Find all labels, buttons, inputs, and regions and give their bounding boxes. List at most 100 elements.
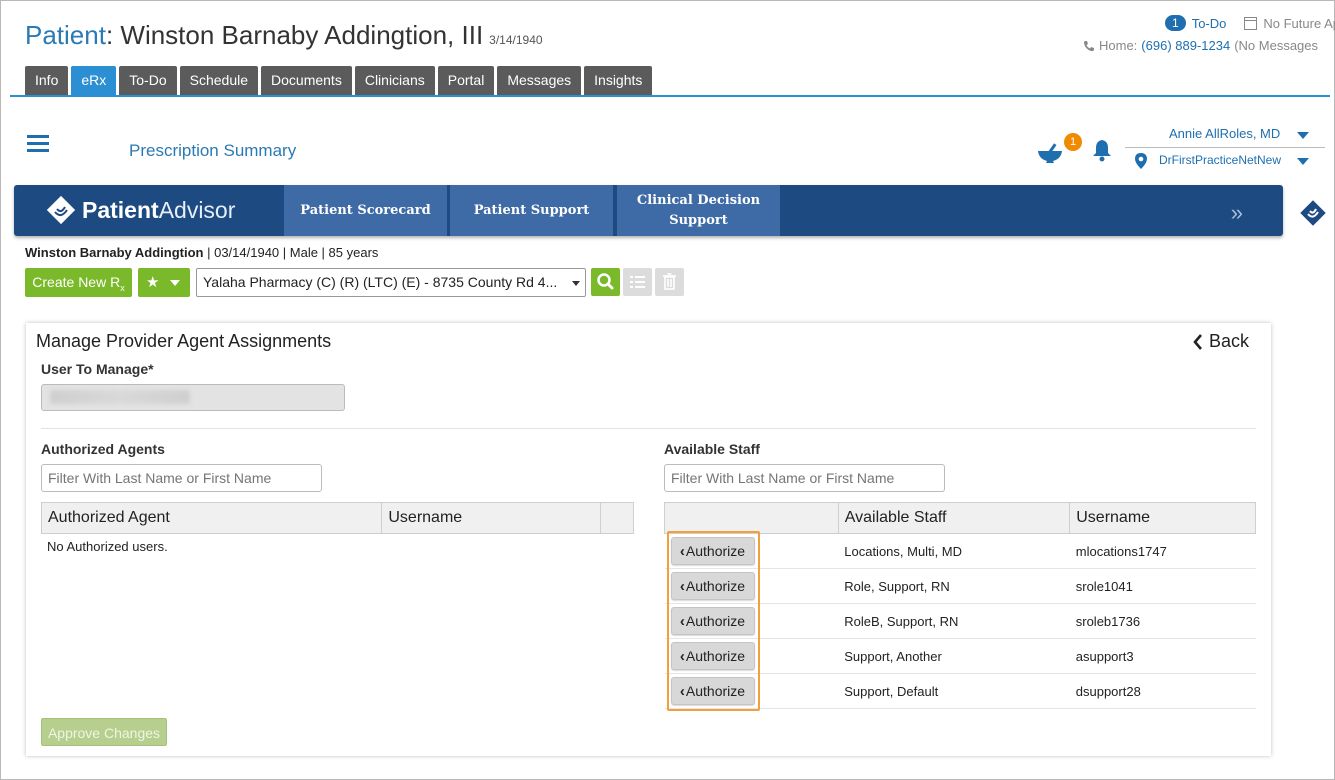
patient-info-details: | 03/14/1940 | Male | 85 years — [203, 245, 379, 260]
back-label: Back — [1208, 331, 1249, 351]
create-new-rx-label: Create New R — [32, 274, 121, 290]
staff-username: srole1041 — [1069, 568, 1256, 604]
card-title: Manage Provider Agent Assignments — [36, 331, 332, 351]
staff-name: RoleB, Support, RN — [838, 603, 1070, 639]
double-chevron-right-icon[interactable]: » — [1231, 200, 1243, 226]
available-staff-title: Available Staff — [664, 441, 760, 457]
staff-name: Role, Support, RN — [838, 568, 1070, 604]
patient-name: : Winston Barnaby Addingtion, III — [105, 20, 484, 50]
tab-schedule[interactable]: Schedule — [179, 66, 259, 95]
calendar-icon — [1244, 16, 1258, 30]
authorized-filter-input[interactable] — [41, 464, 322, 492]
patient-advisor-logo-icon — [46, 195, 76, 225]
table-header-row: Available Staff Username — [664, 502, 1256, 534]
section-divider — [41, 428, 1256, 429]
chevron-down-icon — [1297, 158, 1309, 165]
create-new-rx-sub: x — [120, 282, 125, 293]
patient-header: Patient: Winston Barnaby Addingtion, III… — [25, 20, 543, 51]
pa-tab-patient-support[interactable]: Patient Support — [450, 185, 613, 236]
back-button[interactable]: Back — [1193, 331, 1249, 352]
favorites-button[interactable]: ★ — [138, 268, 190, 297]
tab-messages[interactable]: Messages — [497, 66, 582, 95]
mortar-pestle-icon[interactable] — [1037, 142, 1063, 164]
chevron-down-icon — [170, 280, 180, 286]
pharmacy-delete-button[interactable] — [655, 268, 684, 296]
search-icon — [597, 273, 614, 290]
user-dropdown[interactable]: Annie AllRoles, MD — [1125, 124, 1325, 148]
tab-insights[interactable]: Insights — [584, 66, 653, 95]
phone-label: Home: — [1099, 38, 1138, 53]
staff-username: asupport3 — [1069, 638, 1256, 674]
tab-underline — [10, 95, 1330, 97]
column-username[interactable]: Username — [1069, 502, 1256, 534]
patient-advisor-bar: PatientAdvisor Patient Scorecard Patient… — [14, 185, 1283, 236]
patient-info-line: Winston Barnaby Addingtion | 03/14/1940 … — [25, 245, 378, 260]
column-authorized-agent[interactable]: Authorized Agent — [40, 502, 383, 534]
user-menu: Annie AllRoles, MD DrFirstPracticeNetNew — [1125, 124, 1325, 172]
table-header-row: Authorized Agent Username — [40, 502, 634, 534]
todo-link[interactable]: To-Do — [1192, 16, 1227, 31]
column-extra — [600, 502, 634, 534]
patient-label: Patient — [25, 20, 106, 50]
create-new-rx-button[interactable]: Create New Rx — [25, 268, 132, 297]
trash-icon — [663, 273, 676, 290]
no-users-message: No Authorized users. — [47, 539, 168, 554]
chevron-down-icon — [1297, 132, 1309, 139]
mortar-count-badge: 1 — [1064, 133, 1082, 151]
redacted-user-name — [50, 390, 190, 404]
pa-tab-patient-scorecard[interactable]: Patient Scorecard — [284, 185, 447, 236]
chevron-left-icon — [1193, 333, 1202, 350]
staff-name: Support, Default — [838, 673, 1070, 709]
bell-icon[interactable] — [1091, 138, 1113, 162]
logo-light-text: Advisor — [158, 196, 236, 223]
column-available-staff[interactable]: Available Staff — [837, 502, 1071, 534]
header-top-right: 1 To-Do No Future App Home: (696) 889-12… — [1075, 15, 1335, 60]
star-icon: ★ — [146, 274, 160, 291]
approve-changes-button[interactable]: Approve Changes — [41, 718, 167, 746]
todo-count-badge[interactable]: 1 — [1165, 15, 1186, 31]
patient-tabs: Info eRx To-Do Schedule Documents Clinic… — [25, 66, 653, 95]
tab-portal[interactable]: Portal — [437, 66, 495, 95]
messages-status: (No Messages — [1234, 38, 1319, 53]
todo-row: 1 To-Do No Future App — [1165, 15, 1335, 31]
tab-info[interactable]: Info — [25, 66, 69, 95]
practice-dropdown[interactable]: DrFirstPracticeNetNew — [1125, 148, 1325, 172]
tab-todo[interactable]: To-Do — [119, 66, 177, 95]
authorized-agents-table: Authorized Agent Username — [40, 502, 634, 534]
tab-erx[interactable]: eRx — [71, 66, 117, 95]
column-username[interactable]: Username — [381, 502, 602, 534]
user-to-manage-label: User To Manage* — [41, 361, 154, 377]
patient-advisor-logo: PatientAdvisor — [46, 195, 235, 225]
menu-icon[interactable] — [27, 135, 49, 153]
patient-dob: 3/14/1940 — [489, 33, 543, 47]
pa-tab-clinical-decision-support[interactable]: Clinical Decision Support — [617, 185, 780, 236]
list-icon — [630, 276, 645, 288]
phone-icon — [1083, 40, 1094, 51]
user-to-manage-field[interactable] — [41, 384, 345, 411]
chevron-down-icon — [572, 281, 580, 286]
authorized-agents-title: Authorized Agents — [41, 441, 165, 457]
logo-bold-text: Patient — [82, 196, 159, 223]
pharmacy-select[interactable]: Yalaha Pharmacy (C) (R) (LTC) (E) - 8735… — [196, 268, 586, 297]
page-title: Prescription Summary — [129, 141, 297, 160]
location-pin-icon — [1135, 153, 1147, 169]
manage-agents-card: Manage Provider Agent Assignments Back U… — [26, 323, 1271, 756]
staff-name: Locations, Multi, MD — [838, 533, 1070, 569]
user-name: Annie AllRoles, MD — [1169, 126, 1281, 141]
patient-advisor-side-icon[interactable] — [1298, 198, 1328, 228]
pharmacy-list-button[interactable] — [623, 268, 652, 296]
patient-info-name: Winston Barnaby Addingtion — [25, 245, 204, 260]
practice-name: DrFirstPracticeNetNew — [1159, 153, 1282, 167]
available-filter-input[interactable] — [664, 464, 945, 492]
staff-name: Support, Another — [838, 638, 1070, 674]
pharmacy-selected: Yalaha Pharmacy (C) (R) (LTC) (E) - 8735… — [203, 274, 558, 290]
phone-number[interactable]: (696) 889-1234 — [1141, 38, 1230, 53]
authorize-buttons-highlight — [667, 531, 760, 711]
tab-documents[interactable]: Documents — [261, 66, 352, 95]
staff-username: sroleb1736 — [1069, 603, 1256, 639]
staff-username: dsupport28 — [1069, 673, 1256, 709]
column-actions — [664, 502, 839, 534]
pharmacy-search-button[interactable] — [591, 268, 620, 296]
appointment-status: No Future App — [1263, 15, 1335, 31]
tab-clinicians[interactable]: Clinicians — [354, 66, 435, 95]
